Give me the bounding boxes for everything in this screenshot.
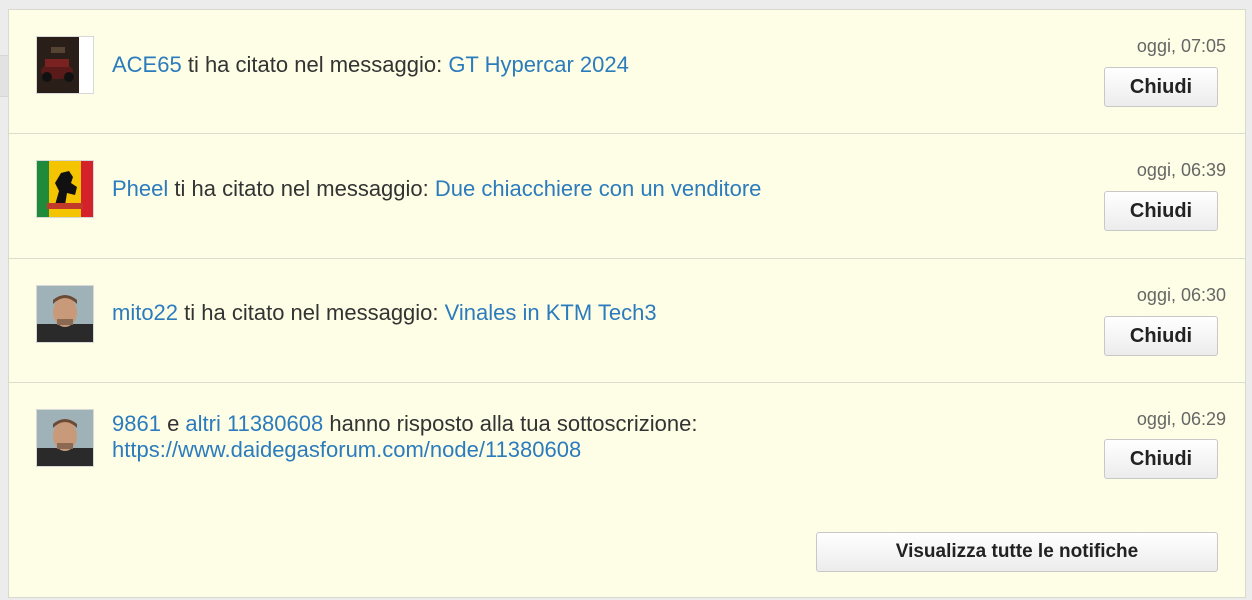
user-avatar-prancing-horse-icon: [37, 161, 93, 217]
user-link[interactable]: mito22: [112, 300, 178, 325]
notification-time: oggi, 06:39: [1136, 160, 1226, 180]
notification-item: ACE65 ti ha citato nel messaggio: GT Hyp…: [9, 10, 1245, 134]
background-sidebar-edge: [0, 55, 8, 97]
thread-link[interactable]: GT Hypercar 2024: [448, 52, 629, 77]
notification-message: ti ha citato nel messaggio:: [181, 52, 449, 77]
notifications-panel: ACE65 ti ha citato nel messaggio: GT Hyp…: [8, 9, 1246, 598]
view-all-notifications-button[interactable]: Visualizza tutte le notifiche: [816, 532, 1218, 572]
avatar[interactable]: [36, 409, 94, 467]
notification-time: oggi, 07:05: [1136, 36, 1226, 56]
notification-message: hanno risposto alla tua sottoscrizione:: [323, 411, 698, 436]
notification-time: oggi, 06:29: [1136, 409, 1226, 429]
user-avatar-person-icon: [37, 410, 93, 466]
node-link[interactable]: https://www.daidegasforum.com/node/11380…: [112, 437, 581, 462]
thread-link[interactable]: Due chiacchiere con un venditore: [435, 176, 762, 201]
notification-text: 9861 e altri 11380608 hanno risposto all…: [112, 411, 832, 463]
user-link[interactable]: ACE65: [112, 52, 182, 77]
user-link[interactable]: 9861: [112, 411, 161, 436]
others-link[interactable]: altri 11380608: [185, 411, 323, 436]
close-button[interactable]: Chiudi: [1104, 67, 1218, 107]
notification-conjunction: e: [160, 411, 186, 436]
avatar[interactable]: [36, 285, 94, 343]
avatar[interactable]: [36, 36, 94, 94]
notification-text: Pheel ti ha citato nel messaggio: Due ch…: [112, 176, 812, 202]
close-button[interactable]: Chiudi: [1104, 316, 1218, 356]
thread-link[interactable]: Vinales in KTM Tech3: [445, 300, 657, 325]
avatar[interactable]: [36, 160, 94, 218]
notification-item: mito22 ti ha citato nel messaggio: Vinal…: [9, 259, 1245, 383]
notification-message: ti ha citato nel messaggio:: [168, 176, 435, 201]
notification-item: Pheel ti ha citato nel messaggio: Due ch…: [9, 134, 1245, 259]
close-button[interactable]: Chiudi: [1104, 191, 1218, 231]
notification-message: ti ha citato nel messaggio:: [178, 300, 445, 325]
user-link[interactable]: Pheel: [112, 176, 168, 201]
user-avatar-car-icon: [37, 37, 93, 93]
user-avatar-person-icon: [37, 286, 93, 342]
close-button[interactable]: Chiudi: [1104, 439, 1218, 479]
notification-text: mito22 ti ha citato nel messaggio: Vinal…: [112, 300, 812, 326]
notification-text: ACE65 ti ha citato nel messaggio: GT Hyp…: [112, 52, 812, 78]
notification-time: oggi, 06:30: [1136, 285, 1226, 305]
